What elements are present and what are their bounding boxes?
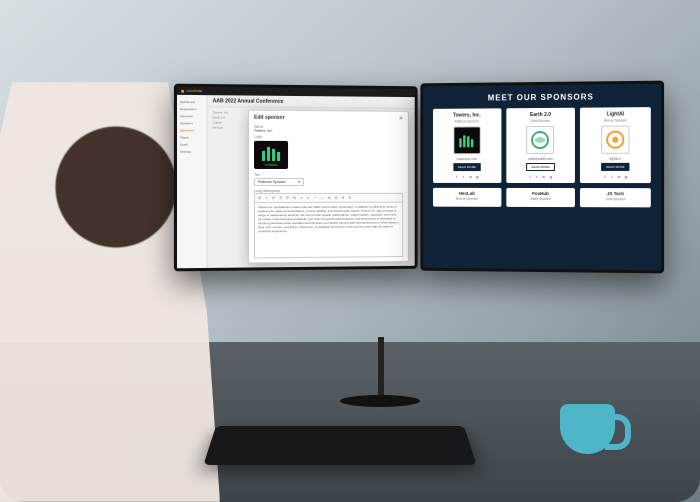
sponsor-logo bbox=[601, 125, 629, 153]
twitter-icon[interactable]: t bbox=[609, 174, 614, 179]
rte-bullet[interactable]: • bbox=[299, 195, 304, 200]
rte-hr[interactable]: — bbox=[320, 195, 325, 200]
edit-sponsor-modal: Edit sponsor ✕ Name Towers, Inc. Logo bbox=[248, 110, 409, 264]
sponsor-name: FoxHub bbox=[532, 191, 549, 196]
facebook-icon[interactable]: f bbox=[602, 174, 607, 179]
sponsor-name: JS Tech bbox=[607, 191, 624, 196]
sponsor-url: lightai.io bbox=[609, 157, 621, 161]
keyboard bbox=[203, 426, 476, 465]
sponsors-page: MEET OUR SPONSORS Towers, Inc. Platinum … bbox=[423, 84, 661, 271]
sidebar-item-settings[interactable]: Settings bbox=[179, 148, 204, 155]
sponsor-url: towersinc.com bbox=[457, 157, 477, 161]
sponsor-name: Earth 2.0 bbox=[530, 112, 551, 118]
social-row: f t in ig bbox=[528, 174, 554, 179]
facebook-icon[interactable]: f bbox=[454, 174, 459, 179]
read-more-button[interactable]: READ MORE bbox=[527, 163, 555, 171]
tier-select[interactable]: Platinum Sponsor ▾ bbox=[254, 178, 304, 186]
monitor-stand bbox=[340, 337, 420, 407]
sponsor-name: LightAI bbox=[607, 111, 624, 117]
read-more-button[interactable]: READ MORE bbox=[453, 163, 481, 171]
left-monitor: crowdcast Dashboard Registration Schedul… bbox=[174, 84, 418, 272]
lightai-icon bbox=[605, 130, 625, 150]
sponsor-card-towers[interactable]: Towers, Inc. Platinum Sponsor towersinc.… bbox=[433, 108, 501, 183]
sponsor-tier: Bronze Sponsor bbox=[456, 197, 478, 201]
instagram-icon[interactable]: ig bbox=[624, 174, 629, 179]
sponsor-name: HexLab bbox=[459, 191, 475, 196]
sidebar-item-email[interactable]: Email bbox=[179, 140, 204, 147]
sponsor-card-foxhub[interactable]: FoxHub Silver Sponsor bbox=[506, 188, 575, 207]
sponsor-card-jstech[interactable]: JS Tech Gold Sponsor bbox=[580, 188, 650, 207]
sponsor-card-hexlab[interactable]: HexLab Bronze Sponsor bbox=[433, 188, 501, 207]
earth-icon bbox=[531, 130, 551, 150]
linkedin-icon[interactable]: in bbox=[541, 174, 546, 179]
twitter-icon[interactable]: t bbox=[535, 174, 540, 179]
linkedin-icon[interactable]: in bbox=[616, 174, 621, 179]
instagram-icon[interactable]: ig bbox=[475, 174, 480, 179]
linkedin-icon[interactable]: in bbox=[468, 174, 473, 179]
sponsor-tier: Bronze Sponsor bbox=[604, 118, 627, 122]
rte-paragraph[interactable]: P bbox=[285, 196, 290, 201]
sponsor-url: earth2point0.com bbox=[528, 157, 553, 161]
sponsor-tier: Silver Sponsor bbox=[530, 197, 551, 201]
sponsor-name: Towers, Inc. bbox=[453, 112, 481, 118]
social-row: f t in ig bbox=[454, 174, 479, 179]
admin-app: crowdcast Dashboard Registration Schedul… bbox=[177, 87, 415, 269]
right-monitor: MEET OUR SPONSORS Towers, Inc. Platinum … bbox=[420, 81, 664, 274]
rte-underline[interactable]: U bbox=[271, 196, 276, 201]
rte-redo[interactable]: ↻ bbox=[347, 195, 352, 200]
rte-heading[interactable]: H bbox=[292, 196, 297, 201]
towers-icon bbox=[260, 145, 282, 161]
tier-value: Platinum Sponsor bbox=[258, 180, 286, 184]
modal-title: Edit sponsor bbox=[254, 115, 285, 121]
name-value[interactable]: Towers, Inc. bbox=[254, 129, 403, 134]
logo-text: TOWERS bbox=[254, 163, 288, 167]
social-row: f t in ig bbox=[602, 174, 628, 179]
brand-icon bbox=[181, 89, 184, 92]
sponsor-tier: Gold Sponsor bbox=[531, 119, 550, 123]
sponsor-tier: Gold Sponsor bbox=[606, 197, 626, 201]
sponsor-tier: Platinum Sponsor bbox=[455, 119, 480, 123]
rte-numlist[interactable]: 1. bbox=[306, 195, 311, 200]
close-icon[interactable]: ✕ bbox=[399, 116, 403, 122]
brand-name: crowdcast bbox=[186, 89, 202, 93]
towers-icon bbox=[458, 133, 476, 147]
tier-label: Tier bbox=[254, 173, 403, 177]
rte-undo[interactable]: ↺ bbox=[341, 195, 346, 200]
rte-bold[interactable]: B bbox=[257, 196, 262, 201]
chevron-down-icon: ▾ bbox=[298, 180, 300, 184]
sidebar: Dashboard Registration Schedule Speakers… bbox=[177, 95, 208, 268]
page-heading: MEET OUR SPONSORS bbox=[488, 92, 594, 102]
rte-quote[interactable]: “ bbox=[313, 195, 318, 200]
coffee-mug bbox=[560, 404, 615, 454]
twitter-icon[interactable]: t bbox=[461, 174, 466, 179]
sponsor-card-lightai[interactable]: LightAI Bronze Sponsor lightai.io READ M… bbox=[580, 107, 650, 183]
description-editor[interactable]: Towers Inc. specializes in state-of-the-… bbox=[254, 202, 403, 259]
rte-italic[interactable]: I bbox=[264, 196, 269, 201]
sponsor-logo bbox=[453, 126, 480, 154]
sponsor-card-earth[interactable]: Earth 2.0 Gold Sponsor earth2point0.com … bbox=[506, 108, 575, 183]
rte-toolbar: B I U S P H • 1. “ — A ⎘ ↺ ↻ bbox=[254, 193, 403, 202]
main-panel: AAB 2022 Annual Conference Towers, Inc. … bbox=[208, 95, 415, 268]
rte-color[interactable]: A bbox=[327, 195, 332, 200]
read-more-button[interactable]: READ MORE bbox=[601, 163, 630, 171]
rte-link[interactable]: ⎘ bbox=[334, 195, 339, 200]
instagram-icon[interactable]: ig bbox=[548, 174, 553, 179]
sponsors-grid: Towers, Inc. Platinum Sponsor towersinc.… bbox=[433, 107, 651, 207]
sponsor-logo bbox=[527, 126, 555, 154]
sponsor-logo-preview[interactable]: TOWERS bbox=[254, 141, 288, 169]
facebook-icon[interactable]: f bbox=[528, 174, 533, 179]
logo-label: Logo bbox=[254, 135, 403, 140]
rte-strike[interactable]: S bbox=[278, 196, 283, 201]
